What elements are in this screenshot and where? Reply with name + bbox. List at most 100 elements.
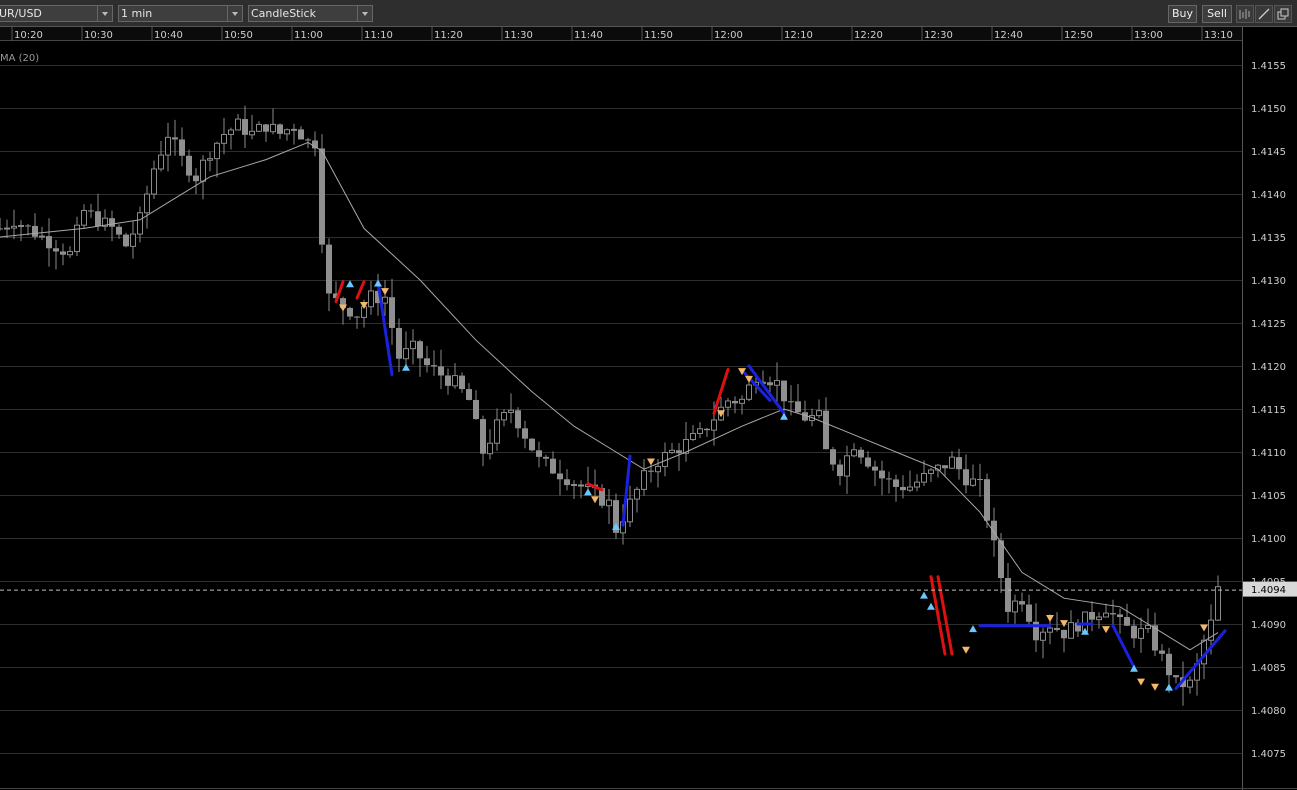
candle-body-down — [900, 486, 906, 491]
candle-body-down — [886, 478, 892, 480]
candle-body-up — [907, 486, 913, 491]
candle-body-down — [1005, 578, 1011, 612]
candle-body-down — [95, 211, 101, 227]
candle-body-down — [179, 139, 185, 156]
candle-body-up — [158, 154, 164, 170]
y-tick-label: 1.4155 — [1251, 61, 1286, 72]
candle-body-up — [1138, 628, 1144, 639]
candle-body-down — [431, 365, 437, 367]
candle-body-up — [816, 410, 822, 417]
x-tick-label: 11:10 — [364, 30, 393, 41]
popout-button[interactable] — [1274, 5, 1292, 23]
y-tick-label: 1.4080 — [1251, 706, 1286, 717]
candle-body-down — [1131, 625, 1137, 639]
candle-body-up — [1012, 600, 1018, 613]
candle-body-down — [389, 297, 395, 328]
candle-body-down — [109, 218, 115, 227]
candle-body-up — [403, 348, 409, 360]
candle-body-down — [466, 389, 472, 400]
candle-body-down — [984, 479, 990, 521]
time-axis: 10:20 10:30 10:40 10:50 11:00 11:10 11:20 11:30… — [0, 27, 1242, 41]
candle-body-down — [557, 473, 563, 480]
candle-body-up — [928, 469, 934, 474]
x-tick-label: 11:30 — [504, 30, 533, 41]
candle-body-up — [494, 419, 500, 444]
candle-body-down — [277, 124, 283, 134]
y-tick-label: 1.4120 — [1251, 362, 1286, 373]
chart-background — [0, 27, 1297, 790]
candle-body-down — [1089, 611, 1095, 620]
candle-body-up — [39, 235, 45, 238]
candle-body-up — [228, 129, 234, 135]
x-tick-label: 11:20 — [434, 30, 463, 41]
candle-body-up — [725, 400, 731, 408]
candle-body-up — [627, 498, 633, 523]
candle-body-up — [207, 158, 213, 161]
candle-body-up — [655, 465, 661, 473]
candle-body-down — [788, 401, 794, 403]
sell-button[interactable]: Sell — [1202, 5, 1232, 23]
current-price-label: 1.4094 — [1251, 585, 1286, 596]
candle-body-up — [270, 123, 276, 133]
x-tick-label: 11:40 — [574, 30, 603, 41]
candle-body-down — [263, 124, 269, 132]
candle-body-down — [242, 119, 248, 135]
candle-body-down — [1124, 617, 1130, 626]
candle-body-down — [417, 341, 423, 359]
candle-body-down — [1061, 629, 1067, 639]
candle-body-up — [1215, 586, 1221, 621]
y-tick-label: 1.4110 — [1251, 448, 1286, 459]
ma-indicator-label: MA (20) — [0, 53, 40, 64]
candle-body-down — [550, 458, 556, 474]
symbol-select[interactable]: UR/USD — [0, 5, 113, 22]
x-tick-label: 12:30 — [924, 30, 953, 41]
y-tick-label: 1.4085 — [1251, 663, 1286, 674]
candle-body-down — [396, 327, 402, 359]
buy-button[interactable]: Buy — [1168, 5, 1197, 23]
candle-body-down — [522, 428, 528, 439]
candle-body-down — [1054, 628, 1060, 630]
indicator-icon — [1239, 9, 1250, 19]
chart-style-select[interactable]: CandleStick — [248, 5, 373, 22]
candle-body-up — [501, 411, 507, 421]
candle-body-up — [130, 233, 136, 247]
candle-body-up — [669, 449, 675, 454]
candle-body-down — [1019, 601, 1025, 605]
candle-body-down — [459, 375, 465, 390]
y-tick-label: 1.4130 — [1251, 276, 1286, 287]
y-tick-label: 1.4105 — [1251, 491, 1286, 502]
candle-body-up — [774, 380, 780, 386]
current-price-badge: 1.4094 — [1243, 581, 1297, 597]
candle-body-down — [858, 449, 864, 458]
candle-body-down — [172, 137, 178, 140]
x-tick-label: 13:00 — [1134, 30, 1163, 41]
x-tick-label: 10:30 — [84, 30, 113, 41]
candle-body-down — [116, 226, 122, 235]
candle-body-up — [249, 130, 255, 136]
indicator-button[interactable] — [1236, 5, 1254, 23]
candle-body-up — [606, 499, 612, 507]
candle-body-down — [956, 457, 962, 470]
price-chart[interactable]: 10:20 10:30 10:40 10:50 11:00 11:10 11:20 11:30… — [0, 27, 1297, 790]
x-tick-label: 12:20 — [854, 30, 883, 41]
candle-body-down — [88, 210, 94, 212]
candle-body-up — [739, 398, 745, 404]
draw-line-button[interactable] — [1255, 5, 1273, 23]
candle-body-up — [11, 225, 17, 229]
x-tick-label: 12:10 — [784, 30, 813, 41]
interval-select[interactable]: 1 min — [118, 5, 243, 22]
chevron-down-icon — [97, 6, 112, 21]
candle-body-up — [151, 168, 157, 195]
x-tick-label: 11:00 — [294, 30, 323, 41]
candle-body-up — [81, 209, 87, 226]
candle-body-down — [676, 450, 682, 454]
popout-icon — [1277, 8, 1289, 20]
candle-body-up — [291, 128, 297, 131]
chart-style-select-value: CandleStick — [251, 7, 316, 20]
candle-body-up — [200, 159, 206, 182]
x-tick-label: 10:20 — [14, 30, 43, 41]
candle-body-up — [746, 384, 752, 400]
candle-body-down — [837, 464, 843, 477]
candle-body-up — [452, 375, 458, 387]
y-tick-label: 1.4100 — [1251, 534, 1286, 545]
